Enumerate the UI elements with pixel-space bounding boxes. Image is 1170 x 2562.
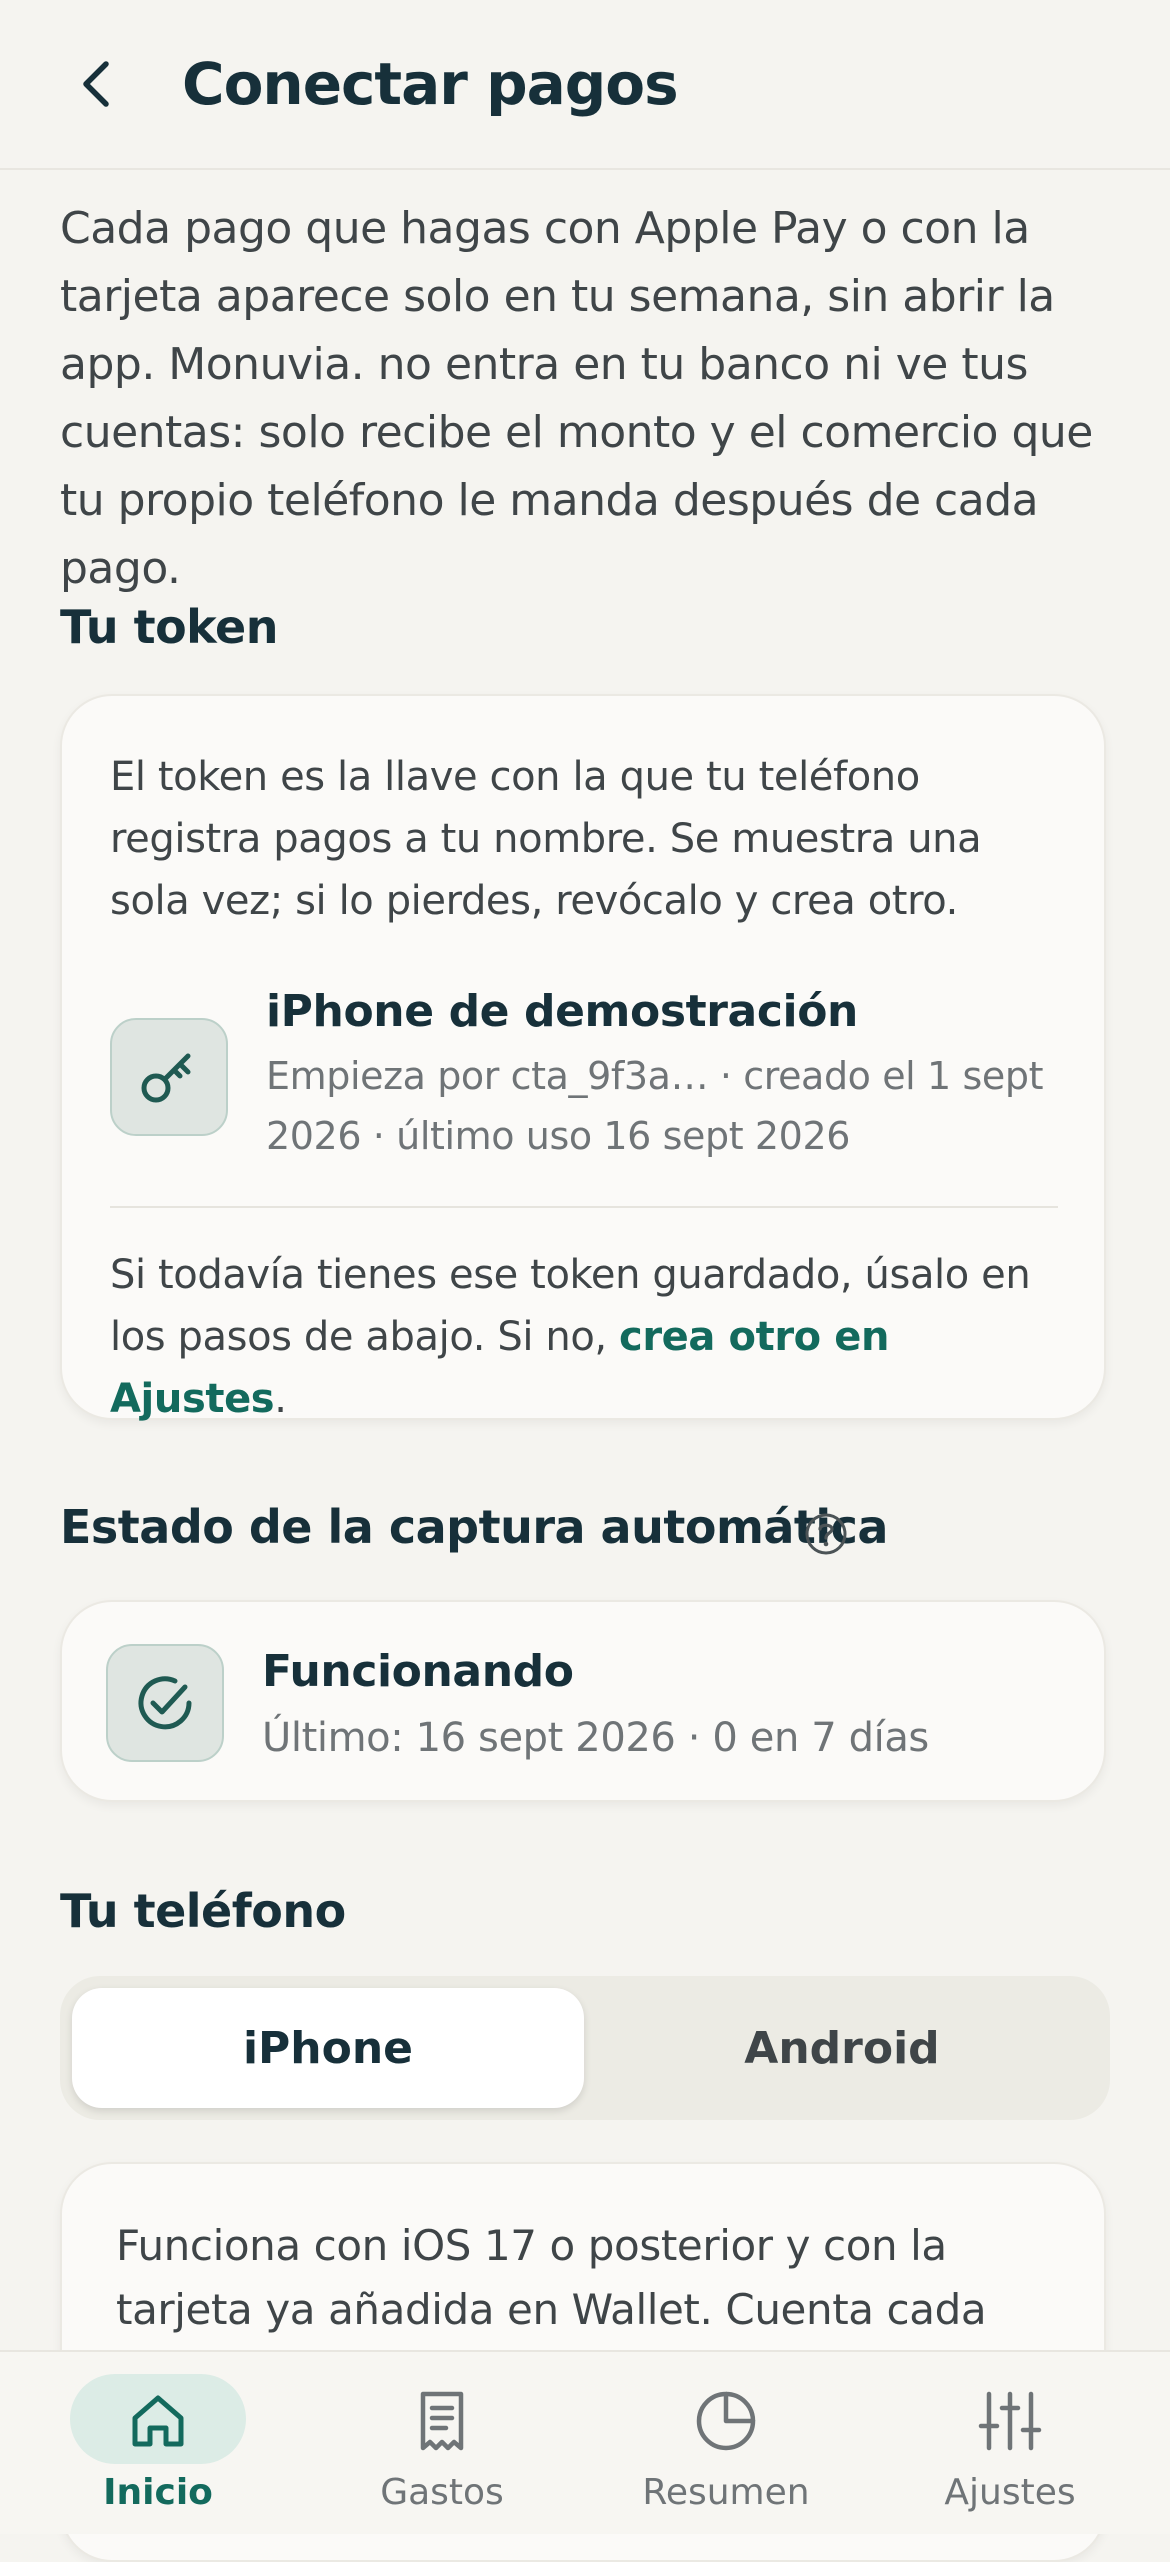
page-title: Conectar pagos [182, 50, 679, 118]
platform-segmented-control: iPhone Android [60, 1976, 1110, 2120]
status-card: Funcionando Último: 16 sept 2026 · 0 en … [60, 1600, 1106, 1802]
pie-chart-icon [696, 2391, 756, 2451]
key-icon-tile [110, 1018, 228, 1136]
sliders-icon [978, 2391, 1042, 2451]
token-card: El token es la llave con la que tu teléf… [60, 694, 1106, 1422]
token-footer-text: Si todavía tienes ese token guardado, ús… [110, 1244, 1070, 1430]
token-section-title: Tu token [60, 600, 278, 654]
nav-label-inicio: Inicio [103, 2472, 213, 2513]
home-icon [132, 2395, 184, 2447]
nav-item-ajustes[interactable]: Ajustes [864, 2352, 1156, 2534]
status-section-title: Estado de la captura automática [60, 1500, 888, 1554]
intro-text: Cada pago que hagas con Apple Pay o con … [60, 203, 1093, 594]
check-icon-tile [106, 1644, 224, 1762]
bottom-navigation: Inicio Gastos Resumen Ajustes [0, 2350, 1170, 2534]
status-title: Funcionando [262, 1646, 574, 1697]
nav-label-resumen: Resumen [642, 2472, 810, 2513]
card-divider [110, 1206, 1058, 1208]
nav-item-inicio[interactable]: Inicio [12, 2352, 304, 2534]
device-name: iPhone de demostración [266, 986, 858, 1037]
token-footer-end: . [274, 1376, 287, 1422]
nav-label-ajustes: Ajustes [944, 2472, 1076, 2513]
status-meta: Último: 16 sept 2026 · 0 en 7 días [262, 1715, 929, 1761]
device-meta: Empieza por cta_9f3a… · creado el 1 sept… [266, 1054, 1044, 1158]
check-circle-icon [138, 1676, 192, 1730]
token-footer-body: Si todavía tienes ese token guardado, ús… [110, 1252, 1031, 1360]
chevron-left-icon [83, 61, 109, 107]
nav-label-gastos: Gastos [380, 2472, 504, 2513]
nav-item-resumen[interactable]: Resumen [580, 2352, 872, 2534]
phone-section-title: Tu teléfono [60, 1884, 346, 1938]
help-icon[interactable] [804, 1512, 848, 1556]
nav-item-gastos[interactable]: Gastos [296, 2352, 588, 2534]
key-icon [141, 1053, 191, 1103]
token-description: El token es la llave con la que tu teléf… [110, 754, 982, 924]
platform-option-iphone[interactable]: iPhone [72, 1988, 584, 2108]
receipt-icon [420, 2391, 464, 2451]
back-button[interactable] [60, 44, 132, 124]
platform-option-android[interactable]: Android [586, 1988, 1098, 2108]
app-header: Conectar pagos [0, 0, 1170, 170]
